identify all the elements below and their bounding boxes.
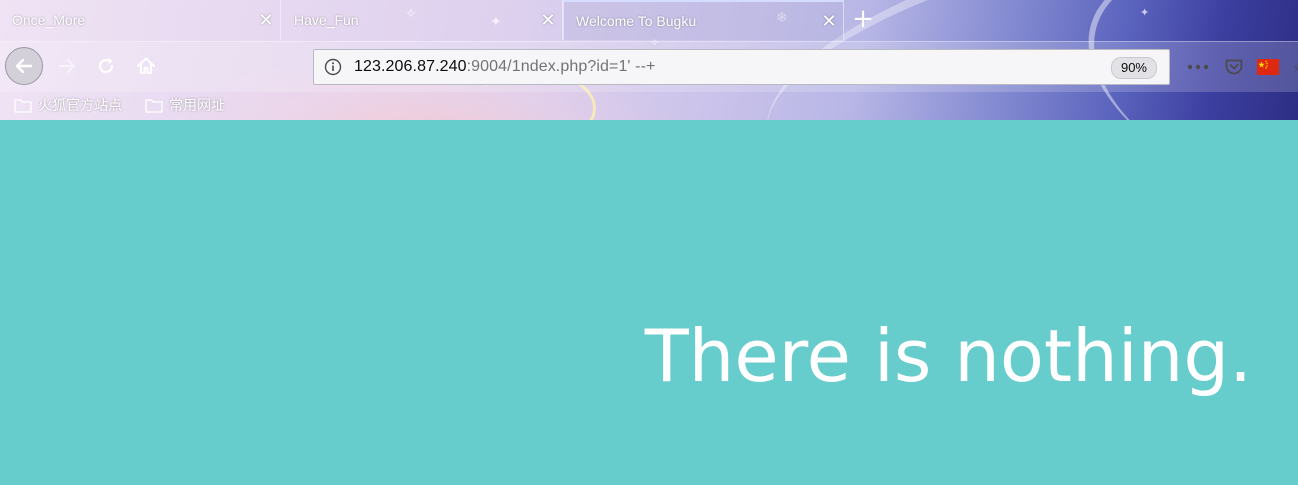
page-headline: There is nothing. — [644, 314, 1252, 398]
new-tab-button[interactable]: + — [848, 4, 878, 36]
home-icon — [137, 57, 155, 74]
bookmark-firefox-official[interactable]: 火狐官方站点 — [14, 94, 122, 116]
tab-have-fun[interactable]: Have_Fun ✕ — [282, 0, 563, 40]
bookmark-label: 火狐官方站点 — [38, 98, 122, 114]
pocket-button[interactable] — [1222, 52, 1246, 82]
arrow-right-icon — [59, 59, 75, 73]
bookmark-common-urls[interactable]: 常用网址 — [145, 94, 225, 116]
navigation-toolbar: 123.206.87.240:9004/1ndex.php?id=1' --+ … — [0, 41, 1298, 92]
browser-window: ✧ ✦ ❄ ✧ ✦ Once_More ✕ Have_Fun ✕ Welcome… — [0, 0, 1298, 485]
close-icon[interactable]: ✕ — [815, 11, 843, 32]
more-dots-icon — [1187, 64, 1209, 70]
url-path: :9004/1ndex.php?id=1' --+ — [466, 58, 656, 75]
bookmark-star-button[interactable] — [1288, 52, 1298, 82]
flag-button[interactable] — [1256, 52, 1280, 82]
reload-icon — [98, 58, 114, 74]
info-icon[interactable] — [324, 58, 342, 76]
folder-icon — [14, 98, 32, 113]
close-icon[interactable]: ✕ — [534, 10, 562, 31]
reload-button[interactable] — [92, 52, 120, 80]
page-content: There is nothing. — [0, 120, 1298, 485]
close-icon[interactable]: ✕ — [252, 10, 280, 31]
tab-title: Once_More — [12, 12, 86, 28]
pocket-icon — [1225, 59, 1243, 75]
bookmark-label: 常用网址 — [169, 98, 225, 114]
china-flag-icon — [1257, 59, 1279, 75]
url-host: 123.206.87.240 — [354, 58, 467, 75]
tab-once-more[interactable]: Once_More ✕ — [0, 0, 281, 40]
star-icon — [1294, 63, 1298, 71]
tab-welcome-to-bugku[interactable]: Welcome To Bugku ✕ — [563, 0, 844, 40]
address-bar[interactable]: 123.206.87.240:9004/1ndex.php?id=1' --+ … — [313, 49, 1170, 85]
url-text[interactable]: 123.206.87.240:9004/1ndex.php?id=1' --+ — [354, 58, 655, 76]
forward-button[interactable] — [53, 52, 81, 80]
tab-title: Welcome To Bugku — [576, 13, 697, 29]
tab-title: Have_Fun — [294, 12, 359, 28]
zoom-level-badge[interactable]: 90% — [1110, 57, 1157, 79]
back-button[interactable] — [5, 47, 43, 85]
home-button[interactable] — [132, 52, 160, 80]
arrow-left-icon — [15, 58, 33, 74]
folder-icon — [145, 98, 163, 113]
bookmarks-toolbar: 火狐官方站点 常用网址 — [0, 92, 1298, 118]
tab-strip: Once_More ✕ Have_Fun ✕ Welcome To Bugku … — [0, 0, 1298, 40]
page-actions-button[interactable] — [1184, 52, 1212, 82]
browser-chrome: ✧ ✦ ❄ ✧ ✦ Once_More ✕ Have_Fun ✕ Welcome… — [0, 0, 1298, 121]
